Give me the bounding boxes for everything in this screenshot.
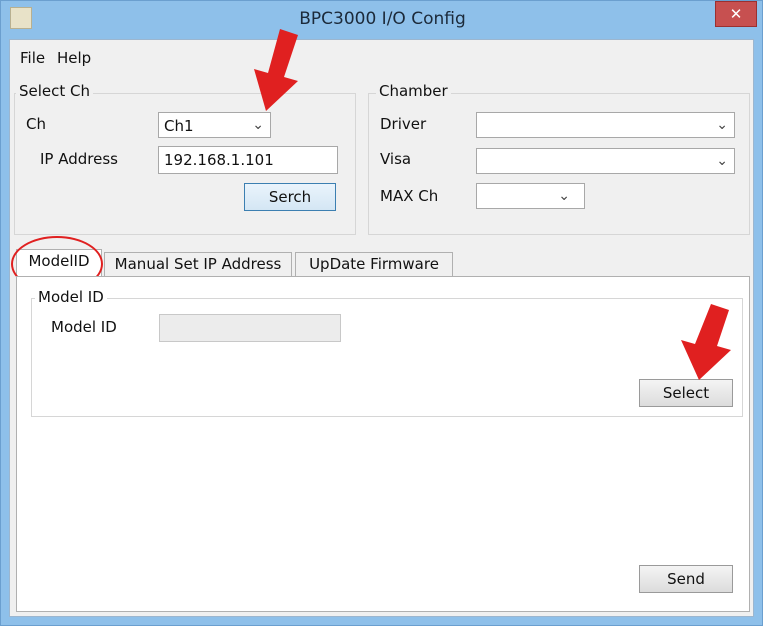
window-title: BPC3000 I/O Config — [299, 9, 466, 29]
ch-select[interactable]: Ch1 ⌄ — [158, 112, 271, 138]
tab-update-firmware[interactable]: UpDate Firmware — [295, 252, 453, 276]
chevron-down-icon: ⌄ — [558, 188, 570, 204]
menu-help-label: Help — [57, 49, 92, 67]
max-ch-label: MAX Ch — [380, 187, 439, 205]
driver-label: Driver — [380, 115, 427, 133]
model-id-group — [31, 298, 743, 417]
tab-panel: Model ID Model ID Select Send — [16, 276, 750, 612]
tab-manual-set-ip-address[interactable]: Manual Set IP Address — [104, 252, 292, 276]
search-button[interactable]: Serch — [244, 183, 336, 211]
menu-file[interactable]: File — [20, 49, 45, 67]
driver-select[interactable]: ⌄ — [476, 112, 735, 138]
model-id-legend: Model ID — [35, 288, 107, 306]
send-button[interactable]: Send — [639, 565, 733, 593]
chevron-down-icon: ⌄ — [716, 153, 728, 169]
ip-address-input[interactable]: 192.168.1.101 — [158, 146, 338, 174]
model-id-field[interactable] — [159, 314, 341, 342]
chevron-down-icon: ⌄ — [716, 117, 728, 133]
ip-address-label: IP Address — [40, 150, 118, 168]
visa-label: Visa — [380, 150, 412, 168]
ch-label: Ch — [26, 115, 46, 133]
max-ch-select[interactable]: ⌄ — [476, 183, 585, 209]
visa-select[interactable]: ⌄ — [476, 148, 735, 174]
chevron-down-icon: ⌄ — [252, 117, 264, 133]
title-bar[interactable]: BPC3000 I/O Config ✕ — [1, 1, 762, 39]
red-arrow-icon — [246, 29, 306, 111]
client-area: File Help Select Ch Ch Ch1 ⌄ IP Address … — [9, 39, 754, 617]
menu-help[interactable]: Help — [57, 49, 91, 67]
app-window: BPC3000 I/O Config ✕ File Help Select Ch… — [0, 0, 763, 626]
ch-select-value: Ch1 — [164, 117, 194, 135]
chamber-legend: Chamber — [376, 82, 451, 100]
model-id-label: Model ID — [51, 318, 117, 336]
select-button[interactable]: Select — [639, 379, 733, 407]
close-button[interactable]: ✕ — [715, 1, 757, 27]
menu-file-label: File — [20, 49, 46, 67]
select-ch-legend: Select Ch — [16, 82, 94, 100]
red-arrow-icon — [669, 304, 735, 380]
